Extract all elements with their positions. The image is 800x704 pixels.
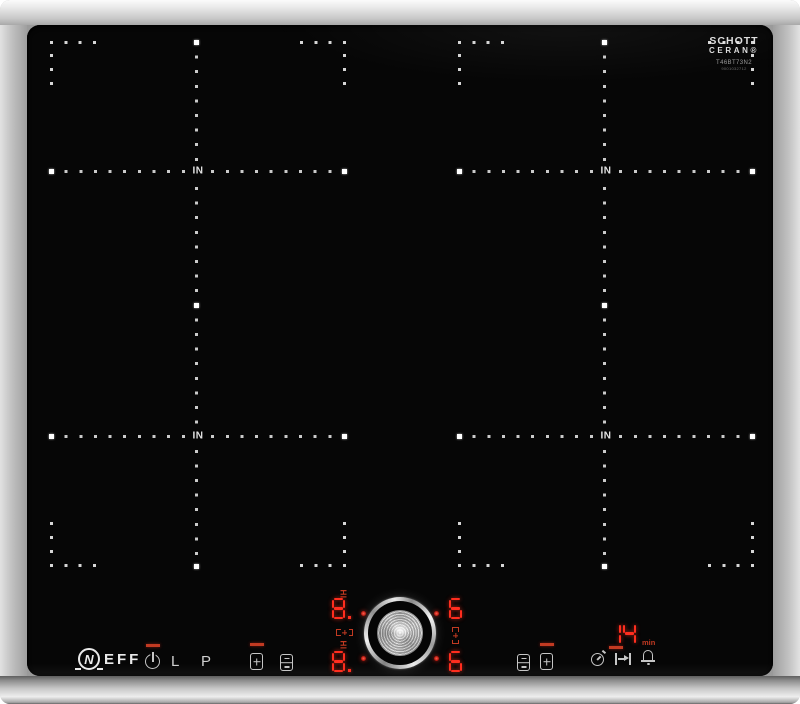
zone-corner-mark: [300, 564, 346, 567]
display-right-back: [449, 598, 464, 619]
ceramic-glass-surface: [27, 25, 773, 676]
zone-plus-icon: [250, 653, 263, 670]
bridge-left-indicator-line: [250, 643, 264, 646]
flex-right-button[interactable]: [517, 654, 530, 671]
hi-indicator-left-front: HI: [338, 640, 348, 650]
power-button[interactable]: [145, 654, 160, 669]
zone-select-dot: [434, 611, 439, 616]
zone-dot: [457, 169, 462, 174]
zone-split-icon: [280, 654, 293, 671]
twistpad-gap-ring: [368, 601, 432, 665]
frame-bottom: [0, 676, 800, 704]
timer-unit-label: min: [642, 638, 656, 647]
zone-dot: [602, 40, 607, 45]
twistpad-disc: [377, 610, 423, 656]
neff-logo-circle: N: [75, 648, 103, 670]
zone-corner-mark: [751, 54, 754, 85]
zone-select-dot: [361, 656, 366, 661]
neff-initial: N: [84, 651, 94, 667]
timer-display: [608, 623, 638, 644]
neff-letters: EFF: [104, 650, 142, 668]
zone-plus-icon: [540, 653, 553, 670]
zone-corner-mark: [50, 54, 53, 85]
zone-select-dot: [434, 656, 439, 661]
zone-corner-mark: [50, 522, 53, 553]
zone-corner-mark: [458, 41, 504, 44]
serial-code: 9001032712: [721, 65, 747, 71]
display-left-back: [332, 598, 351, 619]
zone-corner-mark: [751, 522, 754, 553]
frame-top: [0, 0, 800, 25]
zone-corner-mark: [300, 41, 346, 44]
zone-dot: [194, 564, 199, 569]
zone-corner-mark: [458, 522, 461, 553]
zone-dot: [342, 434, 347, 439]
cook-time-end-button[interactable]: [615, 652, 631, 666]
power-boost-button[interactable]: P: [201, 653, 211, 670]
zone-dot: [457, 434, 462, 439]
time-end-icon: [615, 652, 631, 666]
induction-marker: IN: [595, 430, 617, 442]
alarm-button[interactable]: [641, 650, 655, 666]
twistpad-knob[interactable]: [364, 597, 436, 669]
bridge-zones-icon: [336, 629, 353, 636]
zone-select-dot: [361, 611, 366, 616]
zone-dot: [750, 169, 755, 174]
frame-right: [773, 0, 800, 704]
ceran-text: CERAN®: [709, 46, 759, 56]
bridge-right-button[interactable]: [540, 653, 553, 670]
flex-left-button[interactable]: [280, 654, 293, 671]
induction-marker: IN: [187, 165, 209, 177]
stopwatch-icon: [591, 649, 607, 666]
induction-hob: SCHOTT CERAN® T46BT73N2 9001032712 IN IN: [0, 0, 800, 704]
zone-dot: [49, 434, 54, 439]
timer-indicator-line: [609, 646, 623, 649]
bell-icon: [641, 650, 655, 666]
bridge-zones-icon: [452, 627, 459, 644]
zone-corner-mark: [50, 564, 96, 567]
zone-dot: [342, 169, 347, 174]
zone-split-icon: [517, 654, 530, 671]
bridge-right-indicator-line: [540, 643, 554, 646]
induction-marker: IN: [187, 430, 209, 442]
zone-dot: [194, 40, 199, 45]
kitchen-timer-button[interactable]: [591, 649, 607, 666]
zone-dot: [750, 434, 755, 439]
zone-corner-mark: [458, 564, 504, 567]
zone-corner-mark: [708, 564, 754, 567]
zone-dot: [49, 169, 54, 174]
zone-corner-mark: [50, 41, 96, 44]
zone-dot: [602, 564, 607, 569]
bridge-left-button[interactable]: [250, 653, 263, 670]
power-indicator-line: [146, 644, 160, 647]
zone-dot: [602, 303, 607, 308]
zone-dot: [194, 303, 199, 308]
neff-logo: N EFF: [75, 648, 142, 670]
zone-corner-mark: [343, 522, 346, 553]
display-right-front: [449, 651, 464, 672]
frame-left: [0, 0, 27, 704]
child-lock-button[interactable]: L: [171, 653, 179, 670]
display-left-front: [332, 651, 351, 672]
zone-corner-mark: [458, 54, 461, 85]
power-icon: [145, 654, 160, 669]
zone-corner-mark: [708, 41, 754, 44]
zone-corner-mark: [343, 54, 346, 85]
induction-marker: IN: [595, 165, 617, 177]
